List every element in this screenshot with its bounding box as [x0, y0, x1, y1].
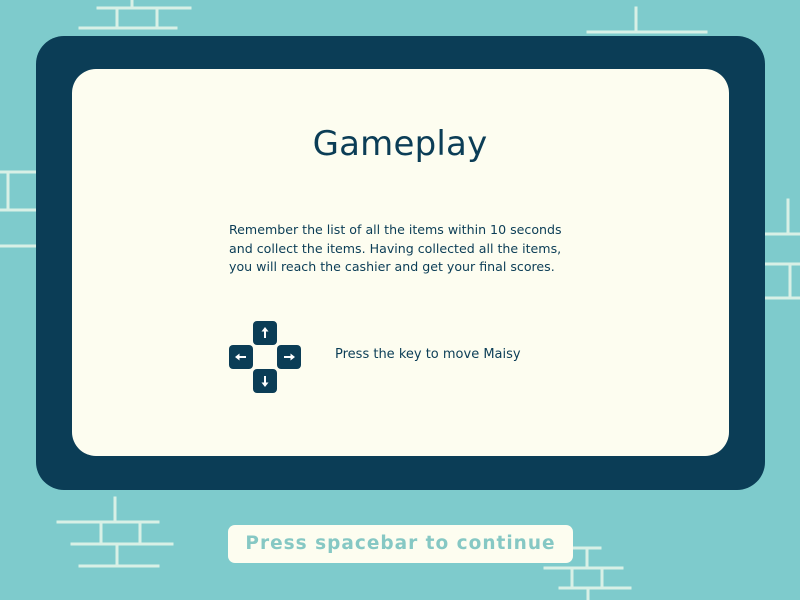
arrow-down-icon: [253, 369, 277, 393]
gameplay-description: Remember the list of all the items withi…: [229, 221, 589, 277]
arrow-up-icon: [253, 321, 277, 345]
description-line: Remember the list of all the items withi…: [229, 222, 562, 237]
description-line: you will reach the cashier and get your …: [229, 259, 555, 275]
continue-button[interactable]: Press spacebar to continue: [228, 525, 573, 563]
arrow-left-icon: [229, 345, 253, 369]
arrow-right-icon: [277, 345, 301, 369]
controls-hint: Press the key to move Maisy: [335, 347, 521, 362]
page-title: Gameplay: [312, 124, 488, 164]
description-line: and collect the items. Having collected …: [229, 240, 562, 256]
